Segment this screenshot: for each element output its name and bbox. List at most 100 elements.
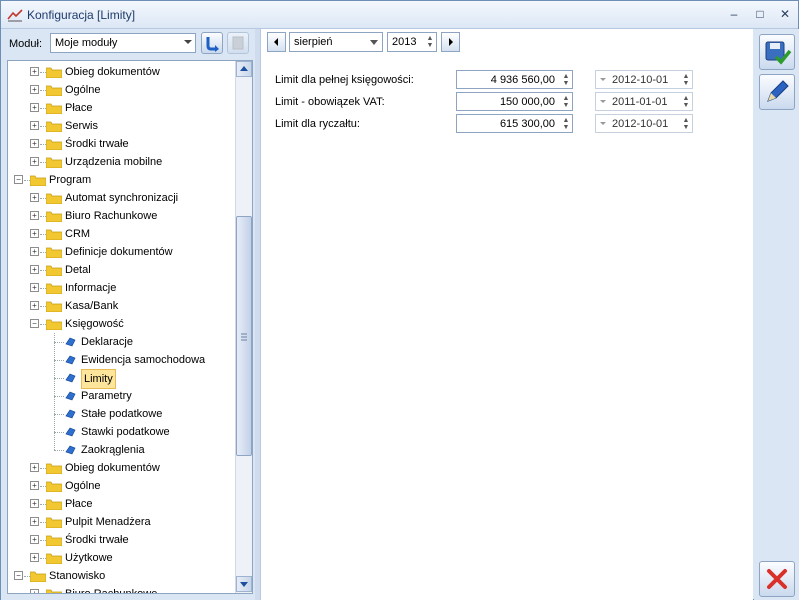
disabled-tool-button[interactable]: [227, 32, 249, 54]
chevron-down-icon: [600, 122, 606, 125]
collapse-icon[interactable]: −: [14, 175, 23, 184]
expand-icon[interactable]: +: [30, 481, 39, 490]
tree-item[interactable]: + Płace: [8, 99, 236, 117]
tree-item[interactable]: + Biuro Rachunkowe: [8, 207, 236, 225]
expand-icon[interactable]: +: [30, 121, 39, 130]
tree-item[interactable]: + Płace: [8, 495, 236, 513]
limit-value-input[interactable]: 4 936 560,00 ▲ ▼: [456, 70, 573, 89]
folder-icon: [46, 319, 62, 330]
tree-item[interactable]: + Automat synchronizacji: [8, 189, 236, 207]
expand-icon[interactable]: +: [30, 535, 39, 544]
prev-month-button[interactable]: [267, 32, 286, 52]
limit-label: Limit - obowiązek VAT:: [275, 96, 385, 108]
tree-item[interactable]: Deklaracje: [8, 333, 236, 351]
module-select[interactable]: Moje moduły: [50, 33, 196, 53]
spin-arrows-icon[interactable]: ▲ ▼: [562, 117, 570, 131]
maximize-button[interactable]: □: [749, 5, 771, 23]
tree-item[interactable]: − Księgowość: [8, 315, 236, 333]
tree-item[interactable]: + Obieg dokumentów: [8, 63, 236, 81]
arrow-down-icon: [240, 582, 248, 587]
limit-date-input[interactable]: 2012-10-01 ▲ ▼: [595, 70, 693, 89]
tree-item[interactable]: Ewidencja samochodowa: [8, 351, 236, 369]
tree-item[interactable]: Stałe podatkowe: [8, 405, 236, 423]
limit-date-input[interactable]: 2011-01-01 ▲ ▼: [595, 92, 693, 111]
tree-item[interactable]: + Urządzenia mobilne: [8, 153, 236, 171]
expand-icon[interactable]: +: [30, 301, 39, 310]
tree-item[interactable]: + Definicje dokumentów: [8, 243, 236, 261]
tree-item-label: Stawki podatkowe: [81, 426, 170, 438]
expand-icon[interactable]: +: [30, 157, 39, 166]
tree-item[interactable]: + Kasa/Bank: [8, 297, 236, 315]
tree-item[interactable]: + Serwis: [8, 117, 236, 135]
tree-item[interactable]: + Pulpit Menadżera: [8, 513, 236, 531]
cancel-button[interactable]: [759, 561, 795, 597]
collapse-icon[interactable]: −: [14, 571, 23, 580]
tree-item[interactable]: + CRM: [8, 225, 236, 243]
expand-icon[interactable]: +: [30, 193, 39, 202]
scroll-down-button[interactable]: [236, 576, 252, 592]
tree-item[interactable]: − Program: [8, 171, 236, 189]
expand-icon[interactable]: +: [30, 265, 39, 274]
tree-item[interactable]: + Biuro Rachunkowe: [8, 585, 236, 593]
expand-icon[interactable]: +: [30, 247, 39, 256]
expand-icon[interactable]: +: [30, 283, 39, 292]
expand-icon[interactable]: +: [30, 103, 39, 112]
month-value: sierpień: [294, 36, 333, 48]
spin-arrows-icon[interactable]: ▲ ▼: [682, 73, 690, 87]
config-tree[interactable]: + Obieg dokumentów + Ogólne + Płace + Serwis + Śr…: [7, 60, 253, 594]
spin-arrows-icon[interactable]: ▲ ▼: [682, 95, 690, 109]
limit-value-input[interactable]: 615 300,00 ▲ ▼: [456, 114, 573, 133]
expand-icon[interactable]: +: [30, 463, 39, 472]
setting-icon: [65, 391, 76, 401]
spin-arrows-icon[interactable]: ▲ ▼: [682, 117, 690, 131]
spin-arrows-icon[interactable]: ▲ ▼: [562, 95, 570, 109]
expand-icon[interactable]: +: [30, 553, 39, 562]
action-toolbar: [754, 29, 799, 600]
edit-button[interactable]: [759, 74, 795, 110]
tree-item[interactable]: + Detal: [8, 261, 236, 279]
tree-item[interactable]: + Ogólne: [8, 477, 236, 495]
tree-item-label: Ogólne: [65, 480, 101, 492]
tree-item[interactable]: Stawki podatkowe: [8, 423, 236, 441]
collapse-icon[interactable]: −: [30, 319, 39, 328]
scroll-up-button[interactable]: [236, 61, 252, 77]
save-button[interactable]: [759, 34, 795, 70]
tree-item[interactable]: Zaokrąglenia: [8, 441, 236, 459]
tree-item[interactable]: + Obieg dokumentów: [8, 459, 236, 477]
expand-icon[interactable]: +: [30, 229, 39, 238]
folder-icon: [30, 571, 46, 582]
minimize-button[interactable]: –: [723, 5, 745, 23]
expand-icon[interactable]: +: [30, 139, 39, 148]
limit-date: 2012-10-01: [612, 118, 669, 130]
tree-item[interactable]: + Środki trwałe: [8, 531, 236, 549]
tree-item-label: CRM: [65, 228, 91, 240]
limit-date-input[interactable]: 2012-10-01 ▲ ▼: [595, 114, 693, 133]
refresh-button[interactable]: [201, 32, 223, 54]
limit-label: Limit dla ryczałtu:: [275, 118, 360, 130]
expand-icon[interactable]: +: [30, 67, 39, 76]
tree-item[interactable]: + Ogólne: [8, 81, 236, 99]
spin-arrows-icon[interactable]: ▲ ▼: [426, 35, 434, 49]
tree-item[interactable]: − Stanowisko: [8, 567, 236, 585]
tree-item[interactable]: Limity: [8, 369, 236, 389]
close-window-button[interactable]: ✕: [774, 5, 796, 23]
expand-icon[interactable]: +: [30, 589, 39, 593]
folder-icon: [46, 481, 62, 492]
tree-item[interactable]: + Użytkowe: [8, 549, 236, 567]
scroll-thumb[interactable]: [236, 216, 252, 456]
tree-item[interactable]: Parametry: [8, 387, 236, 405]
expand-icon[interactable]: +: [30, 517, 39, 526]
tree-item[interactable]: + Środki trwałe: [8, 135, 236, 153]
next-month-button[interactable]: [441, 32, 460, 52]
expand-icon[interactable]: +: [30, 211, 39, 220]
expand-icon[interactable]: +: [30, 499, 39, 508]
tree-item[interactable]: + Informacje: [8, 279, 236, 297]
spin-arrows-icon[interactable]: ▲ ▼: [562, 73, 570, 87]
year-spinner[interactable]: 2013 ▲ ▼: [387, 32, 437, 52]
month-select[interactable]: sierpień: [289, 32, 383, 52]
expand-icon[interactable]: +: [30, 85, 39, 94]
folder-icon: [46, 103, 62, 114]
limit-value-input[interactable]: 150 000,00 ▲ ▼: [456, 92, 573, 111]
module-label: Moduł:: [9, 38, 43, 50]
tree-scrollbar[interactable]: [235, 61, 252, 593]
